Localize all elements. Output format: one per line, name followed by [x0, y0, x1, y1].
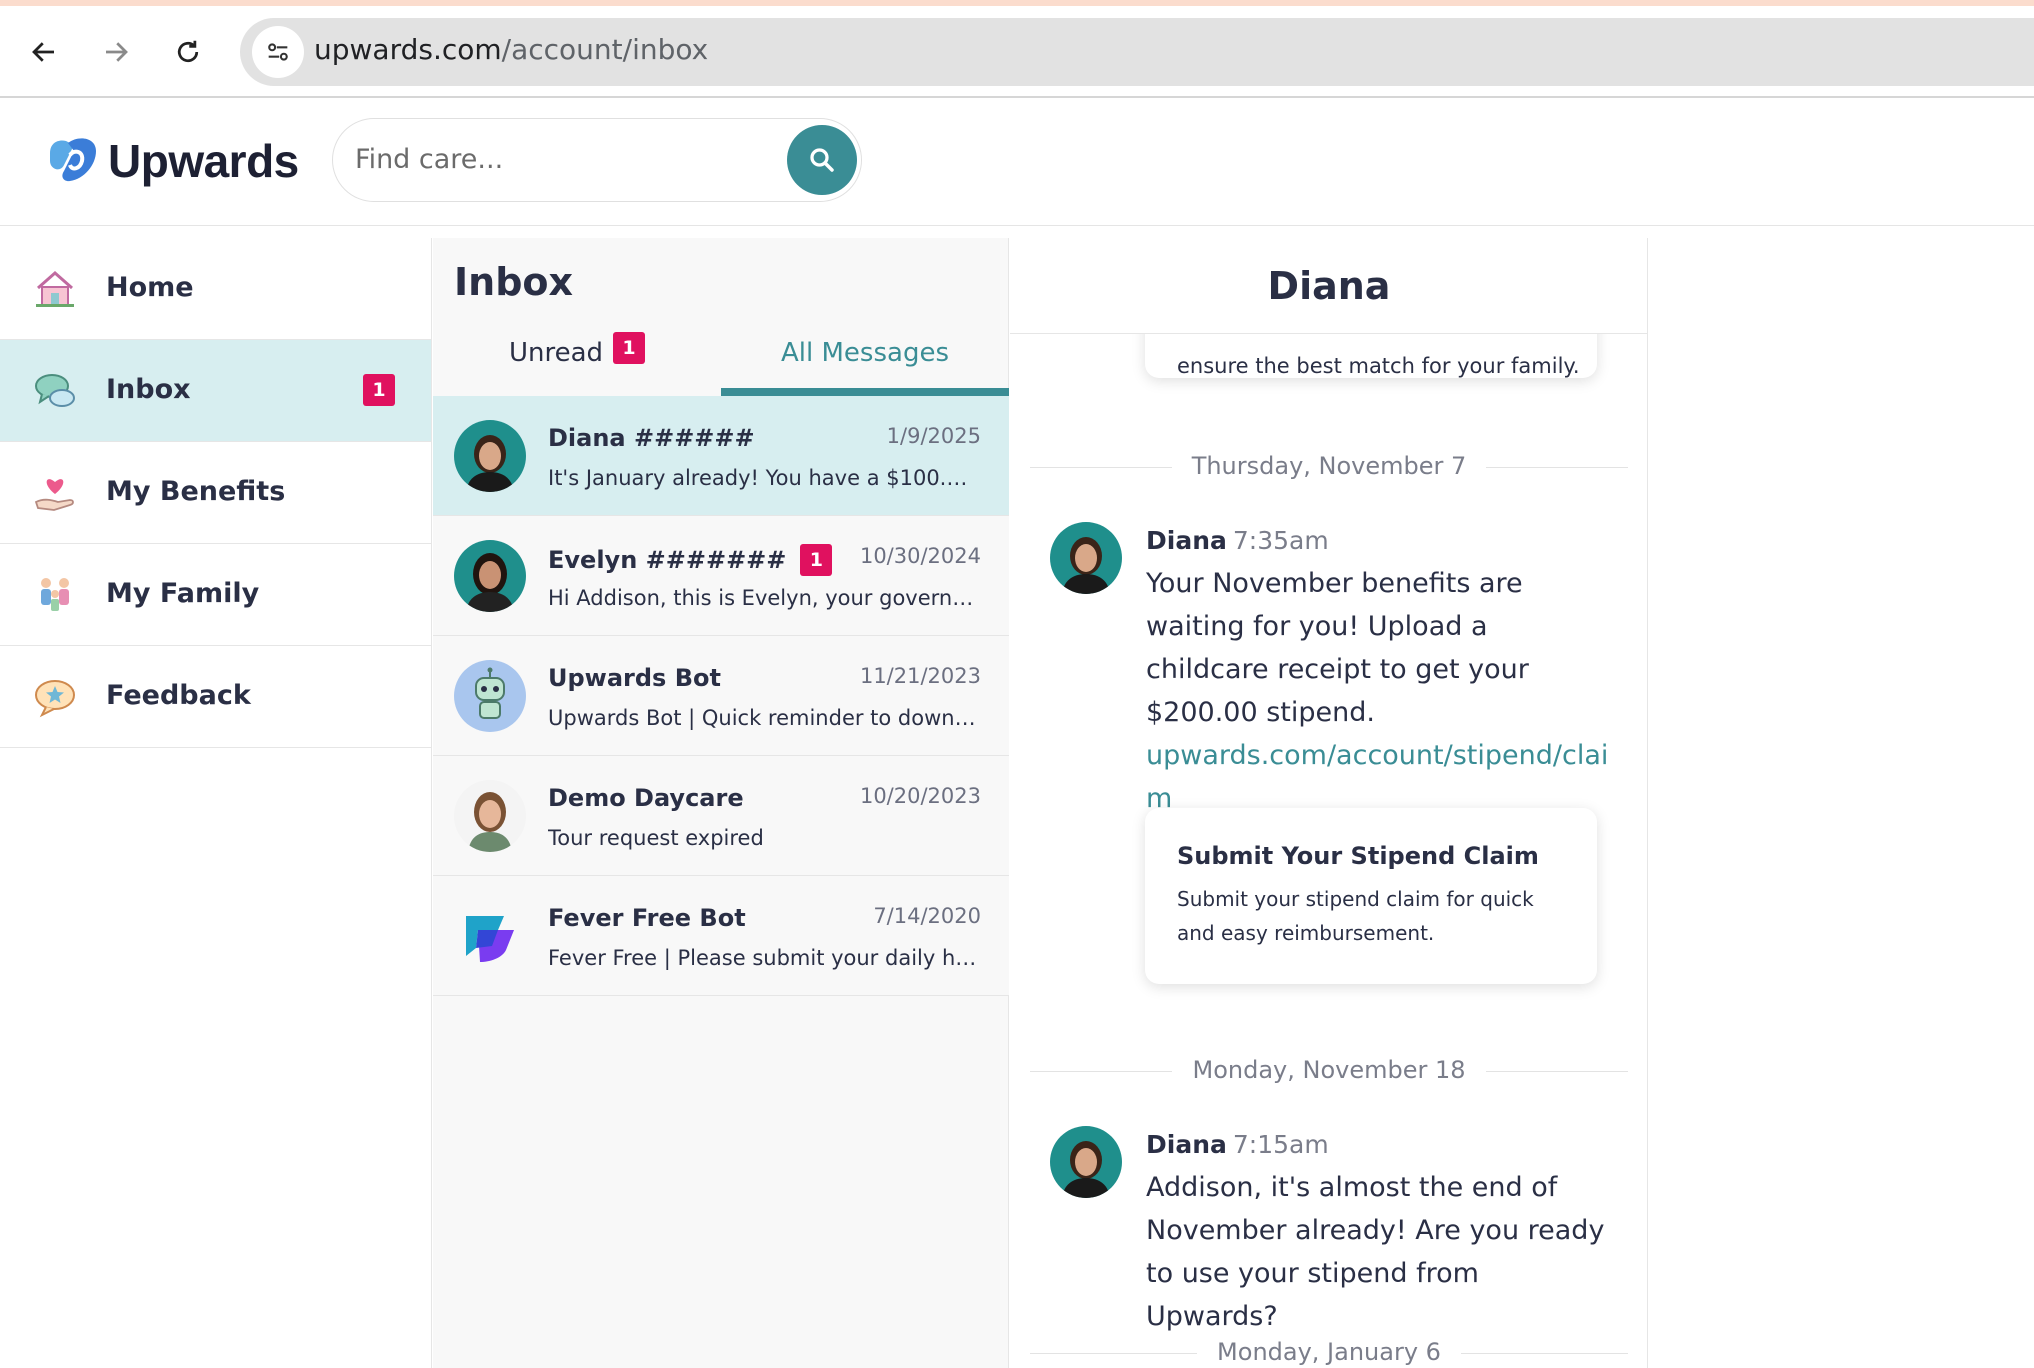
thread-date: 7/14/2020 [873, 904, 981, 928]
family-icon [41, 578, 69, 611]
app-header: Upwards [0, 98, 2034, 226]
url-path: /account/inbox [501, 33, 709, 66]
message-sender: Diana [1146, 1130, 1227, 1159]
arrow-right-icon [106, 42, 128, 62]
avatar [454, 780, 526, 852]
message-meta: Diana 7:15am [1146, 1130, 1329, 1159]
thread-date: 11/21/2023 [859, 664, 981, 688]
thread-unread-badge: 1 [800, 544, 833, 576]
thread-snippet: It's January already! You have a $100.00… [548, 466, 980, 490]
unread-count-badge: 1 [363, 374, 395, 406]
fever-free-logo [454, 900, 526, 972]
day-divider-label: Thursday, November 7 [1171, 452, 1487, 480]
avatar [454, 540, 526, 612]
thread-snippet: Upwards Bot | Quick reminder to downlo..… [548, 706, 980, 730]
sidebar-item-label: My Benefits [106, 476, 286, 507]
day-divider-label: Monday, November 18 [1172, 1056, 1486, 1084]
message-meta: Diana 7:35am [1146, 526, 1329, 555]
thread-item[interactable]: Demo Daycare 10/20/2023 Tour request exp… [433, 756, 1009, 876]
message-text: Your November benefits are waiting for y… [1146, 568, 1529, 728]
back-button[interactable] [24, 32, 64, 72]
message-text: Addison, it's almost the end of November… [1146, 1172, 1605, 1332]
message-time: 7:35am [1232, 526, 1329, 555]
sidebar-item-label: Feedback [106, 680, 251, 711]
thread-sender: Demo Daycare [548, 784, 744, 812]
url-text: upwards.com/account/inbox [314, 33, 708, 66]
sidebar-item-feedback[interactable]: Feedback [0, 646, 431, 748]
avatar [1050, 522, 1122, 594]
thread-sender: Evelyn ####### [548, 546, 787, 574]
cut-off-text: ensure the best match for your family. [1177, 354, 1580, 378]
card-description: Submit your stipend claim for quick and … [1177, 887, 1534, 945]
search-box [332, 118, 862, 202]
reload-icon [177, 40, 199, 63]
upwards-logo-icon [50, 138, 96, 182]
sidebar-item-label: My Family [106, 578, 260, 609]
heart-hand-icon [34, 479, 74, 511]
url-domain: upwards.com [314, 33, 502, 66]
search-icon [810, 148, 834, 172]
search-button[interactable] [787, 125, 857, 195]
thread-sender-row: Evelyn ####### 1 [548, 544, 833, 576]
search-input[interactable] [355, 139, 755, 179]
address-bar[interactable]: upwards.com/account/inbox [240, 18, 2034, 86]
day-divider: Thursday, November 7 [1030, 452, 1628, 482]
thread-date: 1/9/2025 [886, 424, 981, 448]
thread-item[interactable]: Fever Free Bot 7/14/2020 Fever Free | Pl… [433, 876, 1009, 996]
avatar [1050, 1126, 1122, 1198]
thread-item[interactable]: Upwards Bot 11/21/2023 Upwards Bot | Qui… [433, 636, 1009, 756]
robot-icon [454, 660, 526, 732]
logo-text: Upwards [108, 135, 299, 187]
conversation-header: Diana [1010, 238, 1647, 334]
tab-label: All Messages [781, 338, 949, 368]
message-body: Your November benefits are waiting for y… [1146, 562, 1616, 820]
day-divider-label: Monday, January 6 [1197, 1338, 1461, 1366]
sidebar-item-label: Home [106, 272, 194, 303]
sidebar-item-my-benefits[interactable]: My Benefits [0, 442, 431, 544]
message-time: 7:15am [1232, 1130, 1329, 1159]
house-icon [36, 270, 74, 307]
sidebar-item-home[interactable]: Home [0, 238, 431, 340]
sidebar: Home Inbox 1 My Benefits My Family Feedb… [0, 238, 432, 1368]
thread-snippet: Tour request expired [548, 826, 764, 850]
tab-all-messages[interactable]: All Messages [721, 338, 1009, 396]
stipend-claim-card[interactable]: Submit Your Stipend Claim Submit your st… [1145, 808, 1597, 984]
thread-date: 10/30/2024 [859, 544, 981, 568]
thread-snippet: Fever Free | Please submit your daily he… [548, 946, 980, 970]
conversation-title: Diana [1267, 263, 1391, 308]
message-sender: Diana [1146, 526, 1227, 555]
thread-date: 10/20/2023 [859, 784, 981, 808]
chat-bubbles-icon [35, 374, 75, 407]
sidebar-item-inbox[interactable]: Inbox 1 [0, 340, 431, 442]
upwards-logo[interactable]: Upwards [44, 134, 299, 188]
thread-snippet: Hi Addison, this is Evelyn, your governm… [548, 586, 980, 610]
site-settings-icon[interactable] [252, 26, 304, 78]
thread-item[interactable]: Diana ###### 1/9/2025 It's January alrea… [433, 396, 1009, 516]
sidebar-item-my-family[interactable]: My Family [0, 544, 431, 646]
browser-toolbar: upwards.com/account/inbox [0, 6, 2034, 98]
unread-tab-badge: 1 [613, 332, 646, 364]
tab-unread[interactable]: Unread 1 [433, 332, 721, 396]
conversation-panel: Diana ensure the best match for your fam… [1010, 238, 1648, 1368]
avatar [454, 420, 526, 492]
card-title: Submit Your Stipend Claim [1177, 842, 1539, 870]
sidebar-item-label: Inbox [106, 374, 191, 405]
day-divider: Monday, January 6 [1030, 1338, 1628, 1368]
thread-sender: Fever Free Bot [548, 904, 746, 932]
tab-label: Unread [508, 338, 604, 368]
thread-sender: Upwards Bot [548, 664, 721, 692]
arrow-left-icon [32, 42, 54, 62]
reload-button[interactable] [168, 32, 208, 72]
message-body: Addison, it's almost the end of November… [1146, 1166, 1616, 1338]
inbox-panel: Inbox Unread 1 All Messages Diana ######… [433, 238, 1009, 1368]
day-divider: Monday, November 18 [1030, 1056, 1628, 1086]
thread-sender: Diana ###### [548, 424, 755, 452]
forward-button[interactable] [96, 32, 136, 72]
star-bubble-icon [35, 680, 75, 718]
thread-item[interactable]: Evelyn ####### 1 10/30/2024 Hi Addison, … [433, 516, 1009, 636]
inbox-title: Inbox [454, 260, 574, 304]
